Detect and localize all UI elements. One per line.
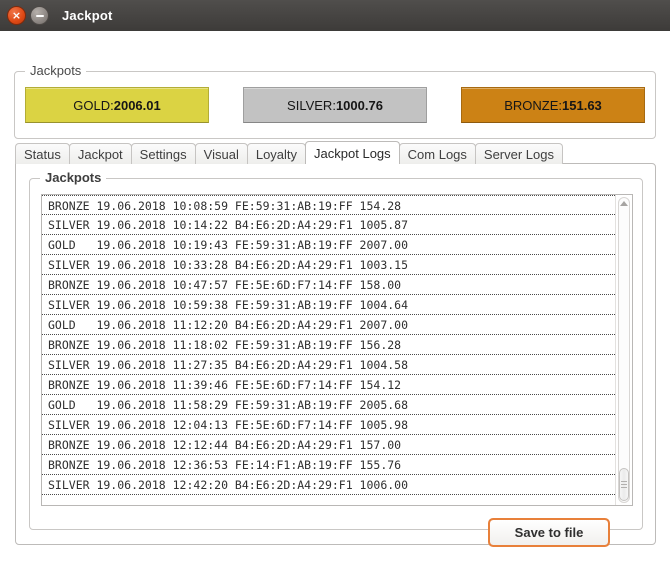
jackpot-logs-rows: BRONZE 19.06.2018 10:08:59 FE:59:31:AB:1…	[42, 195, 615, 505]
scrollbar-grip-icon	[621, 479, 627, 490]
tab-loyalty[interactable]: Loyalty	[246, 143, 307, 164]
log-row[interactable]: BRONZE 19.06.2018 12:36:53 FE:14:F1:AB:1…	[42, 455, 615, 475]
window-title: Jackpot	[62, 8, 113, 23]
log-row[interactable]: GOLD 19.06.2018 11:58:29 FE:59:31:AB:19:…	[42, 395, 615, 415]
jackpots-groupbox: Jackpots GOLD: 2006.01 SILVER: 1000.76 BR…	[14, 63, 656, 139]
silver-jackpot-button[interactable]: SILVER: 1000.76	[243, 87, 427, 123]
tab-label: Loyalty	[255, 146, 298, 162]
gold-jackpot-value: 2006.01	[113, 97, 161, 113]
window-titlebar: × Jackpot	[0, 0, 670, 31]
tab-panel-jackpot-logs: Jackpots BRONZE 19.06.2018 10:08:59 FE:5…	[15, 163, 656, 547]
log-row[interactable]: GOLD 19.06.2018 11:12:20 B4:E6:2D:A4:29:…	[42, 315, 615, 335]
log-row[interactable]: BRONZE 19.06.2018 11:39:46 FE:5E:6D:F7:1…	[42, 375, 615, 395]
gold-jackpot-button[interactable]: GOLD: 2006.01	[25, 87, 209, 123]
save-to-file-button[interactable]: Save to file	[488, 518, 610, 547]
log-row[interactable]: SILVER 19.06.2018 10:59:38 FE:59:31:AB:1…	[42, 295, 615, 315]
minimize-icon[interactable]	[30, 6, 49, 25]
minimize-glyph	[35, 14, 44, 17]
bronze-jackpot-button[interactable]: BRONZE: 151.63	[461, 87, 645, 123]
jackpot-logs-scrollbar[interactable]	[615, 195, 632, 505]
tab-com-logs[interactable]: Com Logs	[398, 143, 476, 164]
jackpot-logs-groupbox: Jackpots BRONZE 19.06.2018 10:08:59 FE:5…	[29, 170, 643, 547]
jackpot-values-row: GOLD: 2006.01 SILVER: 1000.76 BRONZE: 151…	[25, 87, 645, 123]
tab-label: Status	[24, 146, 61, 162]
silver-jackpot-value: 1000.76	[335, 97, 383, 113]
tab-visual[interactable]: Visual	[194, 143, 248, 164]
log-row[interactable]: BRONZE 19.06.2018 12:12:44 B4:E6:2D:A4:2…	[42, 435, 615, 455]
jackpot-logs-list[interactable]: BRONZE 19.06.2018 10:08:59 FE:59:31:AB:1…	[41, 194, 633, 506]
tab-server-logs[interactable]: Server Logs	[474, 143, 563, 164]
bronze-jackpot-value: 151.63	[562, 97, 602, 113]
tab-jackpot[interactable]: Jackpot	[68, 143, 132, 164]
bronze-jackpot-label: BRONZE:	[504, 97, 563, 113]
jackpots-groupbox-legend: Jackpots	[25, 63, 87, 78]
gold-jackpot-label: GOLD:	[73, 97, 114, 113]
log-row[interactable]: BRONZE 19.06.2018 10:47:57 FE:5E:6D:F7:1…	[42, 275, 615, 295]
log-row[interactable]: SILVER 19.06.2018 10:33:28 B4:E6:2D:A4:2…	[42, 255, 615, 275]
scrollbar-thumb[interactable]	[619, 468, 629, 501]
tabstrip: Status Jackpot Settings Visual Loyalty Jackpo…	[15, 141, 563, 164]
log-row[interactable]: SILVER 19.06.2018 11:27:35 B4:E6:2D:A4:2…	[42, 355, 615, 375]
window-body: Jackpots GOLD: 2006.01 SILVER: 1000.76 BR…	[0, 31, 670, 568]
close-icon[interactable]: ×	[7, 6, 26, 25]
log-row[interactable]: SILVER 19.06.2018 10:14:22 B4:E6:2D:A4:2…	[42, 215, 615, 235]
scrollbar-track[interactable]	[618, 197, 630, 503]
tab-label: Server Logs	[483, 146, 554, 162]
tab-label: Visual	[203, 146, 239, 162]
tab-label: Com Logs	[407, 146, 467, 162]
tab-status[interactable]: Status	[15, 143, 70, 164]
close-glyph: ×	[11, 8, 22, 22]
log-row[interactable]: SILVER 19.06.2018 12:42:20 B4:E6:2D:A4:2…	[42, 475, 615, 495]
log-row[interactable]: SILVER 19.06.2018 12:04:13 FE:5E:6D:F7:1…	[42, 415, 615, 435]
tab-label: Jackpot Logs	[314, 145, 391, 161]
log-row[interactable]: BRONZE 19.06.2018 11:18:02 FE:59:31:AB:1…	[42, 335, 615, 355]
silver-jackpot-label: SILVER:	[287, 97, 336, 113]
tab-settings[interactable]: Settings	[130, 143, 196, 164]
tab-label: Jackpot	[77, 146, 123, 162]
scroll-up-arrow-icon[interactable]	[620, 201, 628, 206]
tab-jackpot-logs[interactable]: Jackpot Logs	[305, 141, 400, 164]
log-row[interactable]: GOLD 19.06.2018 10:19:43 FE:59:31:AB:19:…	[42, 235, 615, 255]
tab-label: Settings	[139, 146, 187, 162]
jackpot-logs-groupbox-legend: Jackpots	[40, 170, 107, 185]
log-row[interactable]: BRONZE 19.06.2018 10:08:59 FE:59:31:AB:1…	[42, 195, 615, 215]
